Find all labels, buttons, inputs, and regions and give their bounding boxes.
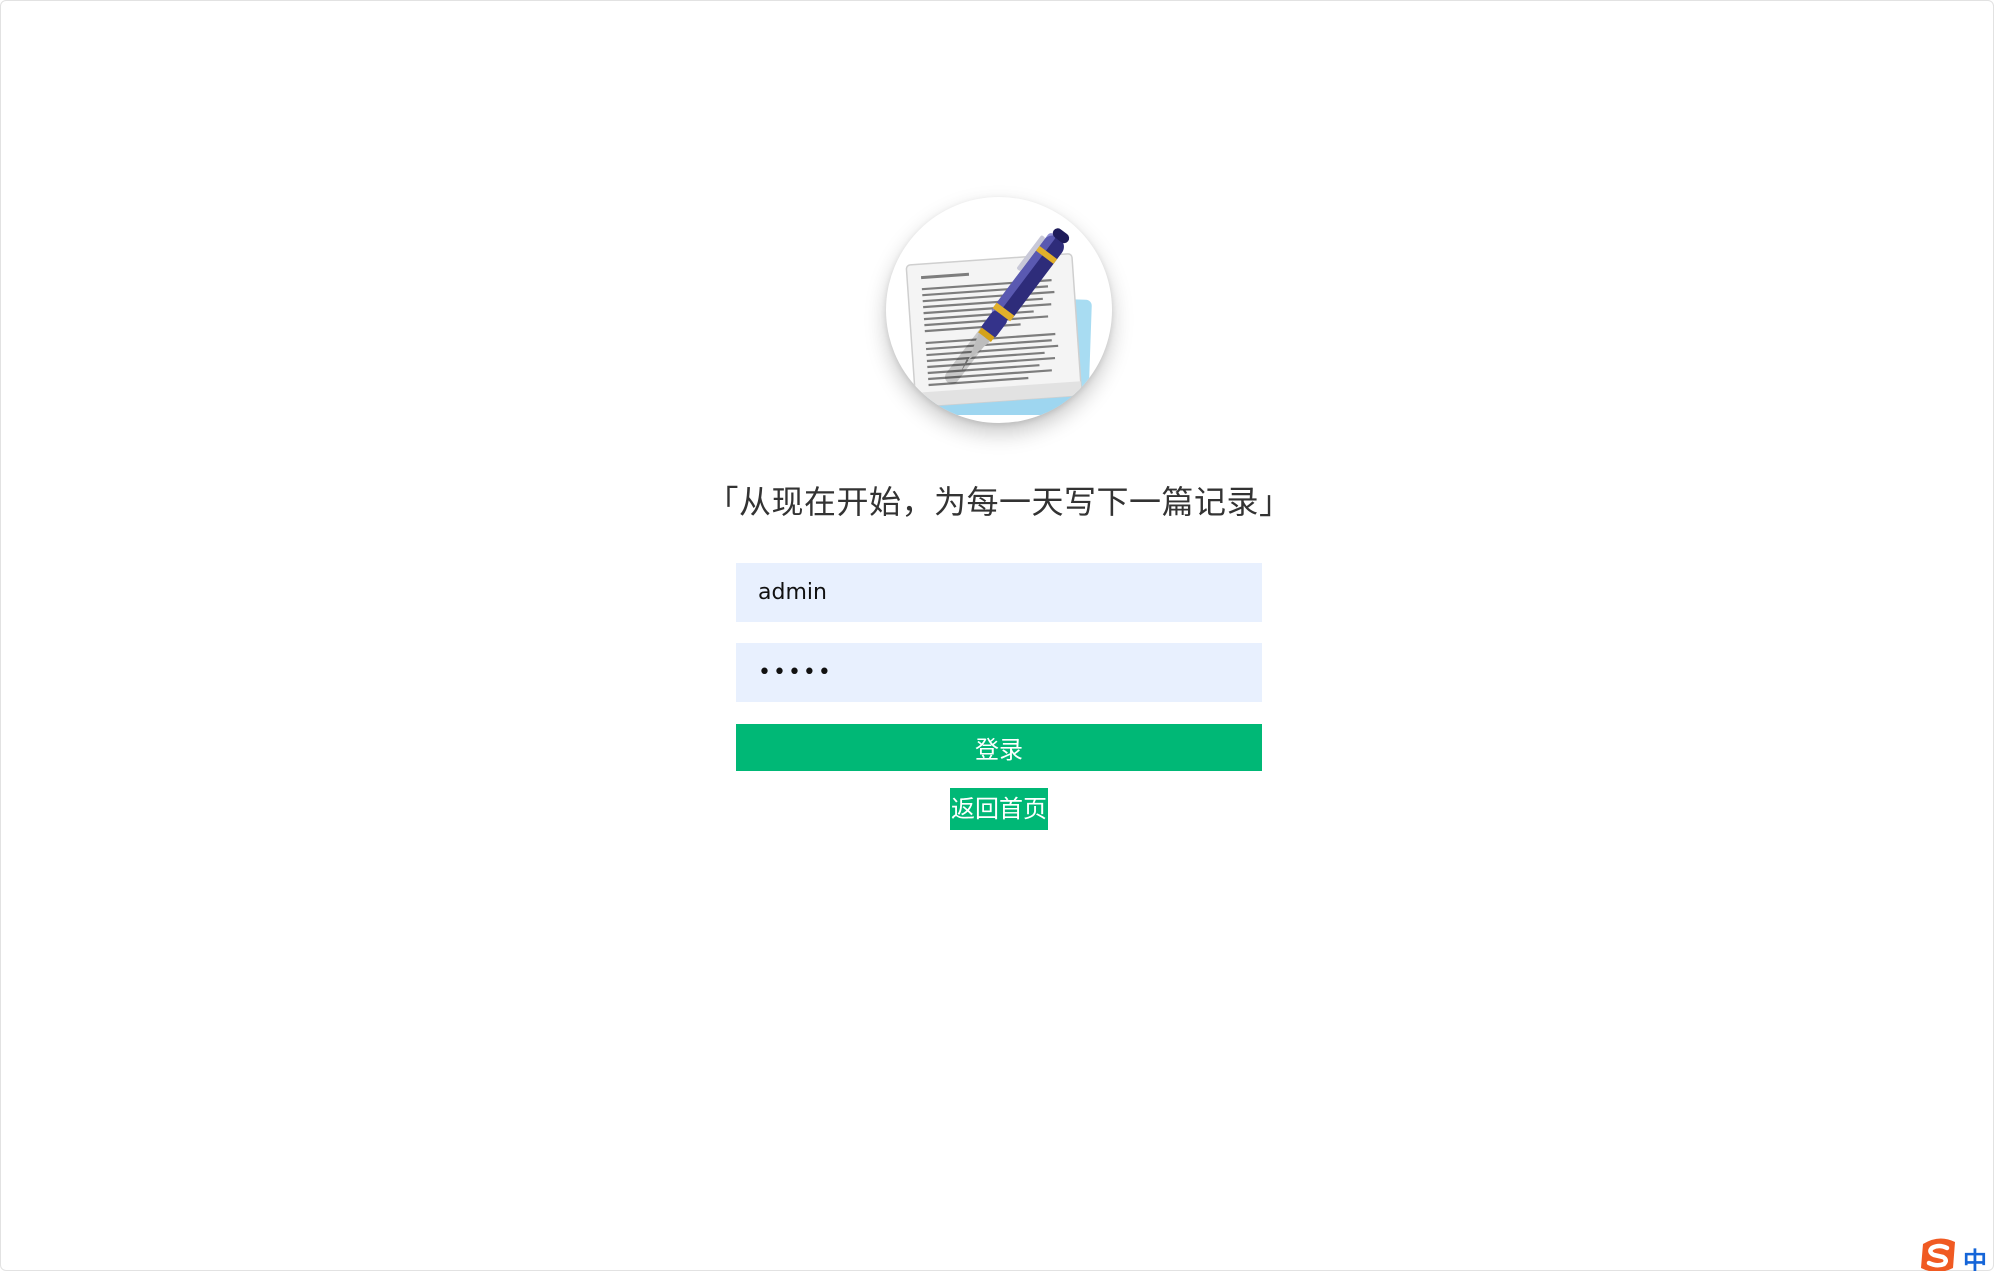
pen-document-icon xyxy=(905,228,1092,415)
login-button[interactable]: 登录 xyxy=(736,724,1262,772)
login-panel: 「从现在开始，为每一天写下一篇记录」 登录 返回首页 xyxy=(707,197,1291,831)
slogan: 「从现在开始，为每一天写下一篇记录」 xyxy=(706,483,1292,521)
username-input[interactable] xyxy=(736,563,1262,623)
sogou-s-icon xyxy=(1921,1238,1955,1271)
login-page: 「从现在开始，为每一天写下一篇记录」 登录 返回首页 中 xyxy=(0,0,1994,1271)
password-input[interactable] xyxy=(736,643,1262,703)
home-link[interactable]: 返回首页 xyxy=(950,788,1048,831)
ime-indicator[interactable]: 中 xyxy=(1917,1233,1987,1271)
avatar xyxy=(886,197,1112,423)
ime-language-label: 中 xyxy=(1963,1247,1987,1271)
